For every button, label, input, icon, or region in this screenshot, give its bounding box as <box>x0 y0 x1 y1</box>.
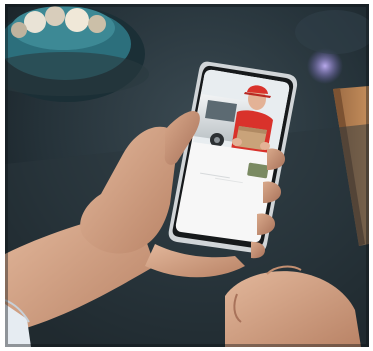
phone-photo <box>5 4 369 347</box>
photo-frame <box>5 4 369 347</box>
